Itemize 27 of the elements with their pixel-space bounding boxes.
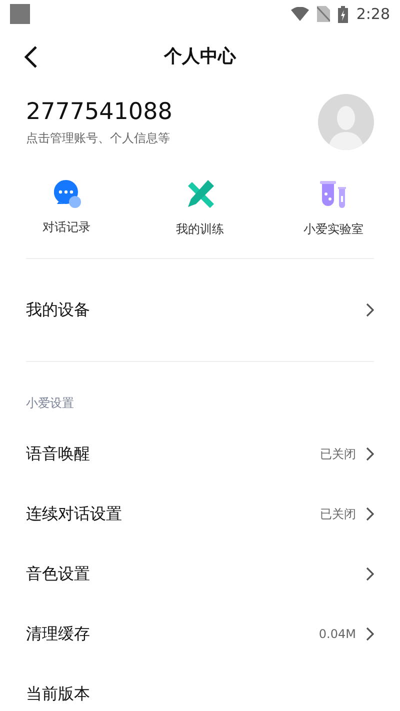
devices-row[interactable]: 我的设备: [0, 259, 400, 361]
shortcut-button[interactable]: 我的训练: [176, 178, 224, 238]
chevron-right-icon: [366, 627, 374, 641]
chevron-right-icon: [366, 507, 374, 521]
setting-value: 已关闭: [320, 446, 356, 463]
settings-row[interactable]: 语音唤醒 已关闭: [0, 424, 400, 484]
settings-row[interactable]: 当前版本: [0, 664, 400, 711]
settings-row[interactable]: 连续对话设置 已关闭: [0, 484, 400, 544]
setting-value: 0.04M: [318, 626, 356, 643]
no-sim-icon: [317, 6, 330, 22]
battery-charging-icon: [338, 6, 348, 22]
settings-row[interactable]: 清理缓存 0.04M: [0, 604, 400, 664]
shortcut-button[interactable]: 小爱实验室: [303, 178, 364, 238]
wifi-icon: [291, 7, 310, 21]
shortcut-button[interactable]: 对话记录: [42, 178, 91, 238]
chevron-right-icon: [366, 447, 374, 461]
chevron-right-icon: [366, 303, 374, 317]
clock-time: 2:28: [356, 4, 390, 25]
section-title: 小爱设置: [26, 395, 74, 412]
chat-bubbles-icon: [52, 178, 82, 208]
account-subtitle[interactable]: 点击管理账号、个人信息等: [26, 129, 172, 147]
chevron-right-icon: [366, 567, 374, 581]
page-title: 个人中心: [164, 44, 236, 68]
notification-icon: [10, 4, 30, 24]
account-id[interactable]: 2777541088: [26, 97, 172, 127]
setting-value: 已关闭: [320, 506, 356, 523]
settings-row[interactable]: 音色设置: [0, 544, 400, 604]
